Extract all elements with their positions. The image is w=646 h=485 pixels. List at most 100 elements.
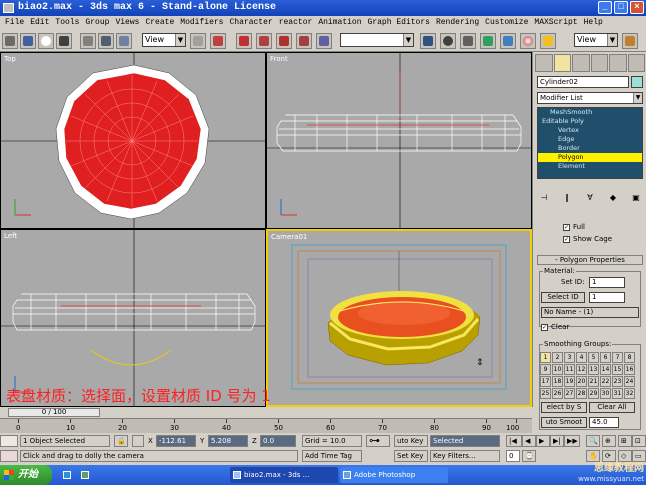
play-icon[interactable]: ▶: [536, 435, 550, 447]
viewport-label-front[interactable]: Front: [270, 55, 288, 63]
menu-character[interactable]: Character: [226, 16, 275, 30]
quick-launch-ie-icon[interactable]: [60, 467, 76, 483]
clear-selection-checkbox[interactable]: ✓ Clear: [541, 323, 569, 331]
viewport-label-camera[interactable]: Camera01: [271, 233, 307, 241]
pan-icon[interactable]: ✋: [586, 450, 600, 462]
current-frame-field[interactable]: 0: [506, 450, 520, 462]
y-coordinate-field[interactable]: 5.208: [208, 435, 248, 447]
smoothing-group-button[interactable]: 28: [576, 388, 587, 399]
angle-snap-icon[interactable]: [256, 33, 272, 49]
menu-views[interactable]: Views: [112, 16, 142, 30]
menu-customize[interactable]: Customize: [482, 16, 531, 30]
smoothing-group-button[interactable]: 31: [612, 388, 623, 399]
goto-start-icon[interactable]: |◀: [506, 435, 522, 447]
smoothing-group-button[interactable]: 14: [600, 364, 611, 375]
close-icon[interactable]: ×: [630, 1, 644, 14]
tab-modify[interactable]: [553, 54, 571, 72]
taskbar-item-photoshop[interactable]: Adobe Photoshop: [340, 467, 448, 483]
select-object-icon[interactable]: [80, 33, 96, 49]
prev-frame-icon[interactable]: ◀: [522, 435, 536, 447]
menu-tools[interactable]: Tools: [52, 16, 82, 30]
smoothing-group-button[interactable]: 30: [600, 388, 611, 399]
viewport-label-left[interactable]: Left: [4, 232, 17, 240]
smoothing-group-button[interactable]: 17: [540, 376, 551, 387]
make-unique-icon[interactable]: ∀: [583, 192, 597, 204]
object-color-swatch[interactable]: [631, 76, 643, 88]
spinner-snap-icon[interactable]: [296, 33, 312, 49]
smoothing-group-button[interactable]: 7: [612, 352, 623, 363]
clear-all-button[interactable]: Clear All: [589, 402, 635, 413]
unlink-icon[interactable]: [38, 33, 54, 49]
select-id-spinner[interactable]: 1: [589, 292, 625, 303]
smoothing-group-button[interactable]: 16: [624, 364, 635, 375]
auto-key-button[interactable]: uto Key: [394, 435, 428, 447]
smoothing-group-button[interactable]: 9: [540, 364, 551, 375]
quick-render-icon[interactable]: [622, 33, 638, 49]
undo-icon[interactable]: [2, 33, 18, 49]
menu-edit[interactable]: Edit: [27, 16, 52, 30]
key-icon[interactable]: ⊶: [366, 435, 390, 447]
absolute-mode-icon[interactable]: [132, 435, 144, 447]
stack-item-element[interactable]: Element: [538, 162, 642, 171]
pin-stack-icon[interactable]: ⊣: [537, 192, 551, 204]
minimize-icon[interactable]: _: [598, 1, 612, 14]
smoothing-group-button[interactable]: 11: [564, 364, 575, 375]
smoothing-group-button[interactable]: 6: [600, 352, 611, 363]
smoothing-group-button[interactable]: 27: [564, 388, 575, 399]
track-bar[interactable]: 0 10 20 30 40 50 60 70 80 90 100: [0, 418, 532, 433]
tab-utilities[interactable]: [627, 54, 645, 72]
smoothing-group-button[interactable]: 2: [552, 352, 563, 363]
named-selection-dropdown[interactable]: ▼: [340, 33, 414, 47]
full-checkbox[interactable]: ✓ Full: [563, 223, 585, 231]
smoothing-group-button[interactable]: 10: [552, 364, 563, 375]
object-name-field[interactable]: Cylinder02: [537, 76, 629, 88]
layer-manager-icon[interactable]: [460, 33, 476, 49]
smoothing-group-button[interactable]: 25: [540, 388, 551, 399]
menu-reactor[interactable]: reactor: [276, 16, 316, 30]
material-editor-icon[interactable]: [520, 33, 536, 49]
smoothing-group-button[interactable]: 32: [624, 388, 635, 399]
view-dropdown[interactable]: View ▼: [574, 33, 618, 47]
time-slider[interactable]: 0 / 100: [8, 408, 100, 417]
auto-smooth-button[interactable]: uto Smoot: [541, 417, 587, 428]
menu-modifiers[interactable]: Modifiers: [177, 16, 226, 30]
zoom-icon[interactable]: 🔍: [586, 435, 600, 447]
tab-create[interactable]: [535, 54, 553, 72]
select-by-sg-button[interactable]: elect by S: [541, 402, 587, 413]
stack-item-meshsmooth[interactable]: MeshSmooth: [538, 108, 642, 117]
select-link-icon[interactable]: [20, 33, 36, 49]
menu-maxscript[interactable]: MAXScript: [531, 16, 580, 30]
reference-coord-dropdown[interactable]: View ▼: [142, 33, 186, 47]
viewport-label-top[interactable]: Top: [4, 55, 16, 63]
goto-end-icon[interactable]: ▶▶: [564, 435, 580, 447]
tab-motion[interactable]: [590, 54, 608, 72]
start-button[interactable]: 开始: [0, 465, 52, 485]
snap-toggle-icon[interactable]: [236, 33, 252, 49]
curve-editor-icon[interactable]: [480, 33, 496, 49]
smoothing-group-button[interactable]: 4: [576, 352, 587, 363]
bind-space-warp-icon[interactable]: [56, 33, 72, 49]
left-viewport[interactable]: Left: [0, 229, 266, 407]
smoothing-group-button[interactable]: 18: [552, 376, 563, 387]
stack-item-vertex[interactable]: Vertex: [538, 126, 642, 135]
add-time-tag-button[interactable]: Add Time Tag: [302, 450, 362, 462]
select-id-button[interactable]: Select ID: [541, 292, 585, 303]
align-icon[interactable]: [440, 33, 456, 49]
front-viewport[interactable]: Front: [266, 52, 532, 229]
smoothing-group-button[interactable]: 23: [612, 376, 623, 387]
smoothing-group-button[interactable]: 13: [588, 364, 599, 375]
key-filters-button[interactable]: Key Filters...: [430, 450, 500, 462]
zoom-extents-icon[interactable]: ⊡: [632, 435, 646, 447]
time-config-icon[interactable]: ⌚: [522, 450, 536, 462]
mirror-icon[interactable]: [420, 33, 436, 49]
region-zoom-icon[interactable]: ⊞: [618, 435, 632, 447]
stack-item-editable-poly[interactable]: Editable Poly: [538, 117, 642, 126]
smoothing-group-button[interactable]: 1: [540, 352, 551, 363]
orbit-icon[interactable]: ⟳: [602, 450, 616, 462]
maximize-icon[interactable]: □: [614, 1, 628, 14]
next-frame-icon[interactable]: ▶|: [550, 435, 564, 447]
smoothing-group-button[interactable]: 26: [552, 388, 563, 399]
set-key-button[interactable]: Set Key: [394, 450, 428, 462]
modifier-list-dropdown[interactable]: Modifier List ▼: [537, 92, 643, 104]
smoothing-group-button[interactable]: 8: [624, 352, 635, 363]
